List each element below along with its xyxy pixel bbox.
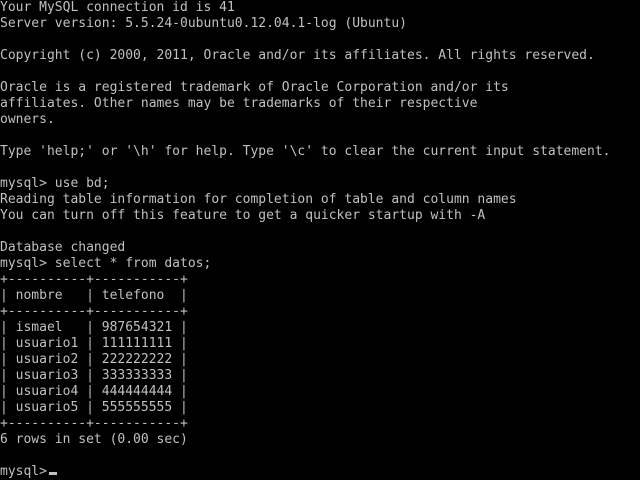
prompt-label: mysql> (0, 464, 47, 479)
terminal-line: Database changed (0, 240, 126, 255)
text-cursor (48, 472, 57, 475)
terminal-line: mysql> use bd; (0, 176, 110, 191)
terminal-line: Reading table information for completion… (0, 192, 517, 207)
terminal-line: | ismael | 987654321 | (0, 320, 188, 335)
terminal-line: | nombre | telefono | (0, 288, 188, 303)
terminal-line: Copyright (c) 2000, 2011, Oracle and/or … (0, 48, 595, 63)
terminal-line: affiliates. Other names may be trademark… (0, 96, 478, 111)
terminal-line: | usuario1 | 111111111 | (0, 336, 188, 351)
terminal-line: Type 'help;' or '\h' for help. Type '\c'… (0, 144, 611, 159)
terminal-line: Server version: 5.5.24-0ubuntu0.12.04.1-… (0, 16, 407, 31)
command-prompt-line[interactable]: mysql> (0, 464, 640, 480)
terminal-line: Your MySQL connection id is 41 (0, 0, 235, 15)
terminal-screen[interactable]: Your MySQL connection id is 41 Server ver… (0, 0, 640, 480)
terminal-line: | usuario5 | 555555555 | (0, 400, 188, 415)
terminal-line: Oracle is a registered trademark of Orac… (0, 80, 509, 95)
terminal-line: +----------+-----------+ (0, 304, 188, 319)
terminal-line: owners. (0, 112, 55, 127)
terminal-line: +----------+-----------+ (0, 272, 188, 287)
terminal-line: | usuario3 | 333333333 | (0, 368, 188, 383)
terminal-line: mysql> select * from datos; (0, 256, 212, 271)
terminal-line: | usuario2 | 222222222 | (0, 352, 188, 367)
terminal-line: | usuario4 | 444444444 | (0, 384, 188, 399)
terminal-line: You can turn off this feature to get a q… (0, 208, 486, 223)
terminal-line: +----------+-----------+ (0, 416, 188, 431)
terminal-output: Your MySQL connection id is 41 Server ver… (0, 0, 640, 464)
terminal-line: 6 rows in set (0.00 sec) (0, 432, 188, 447)
